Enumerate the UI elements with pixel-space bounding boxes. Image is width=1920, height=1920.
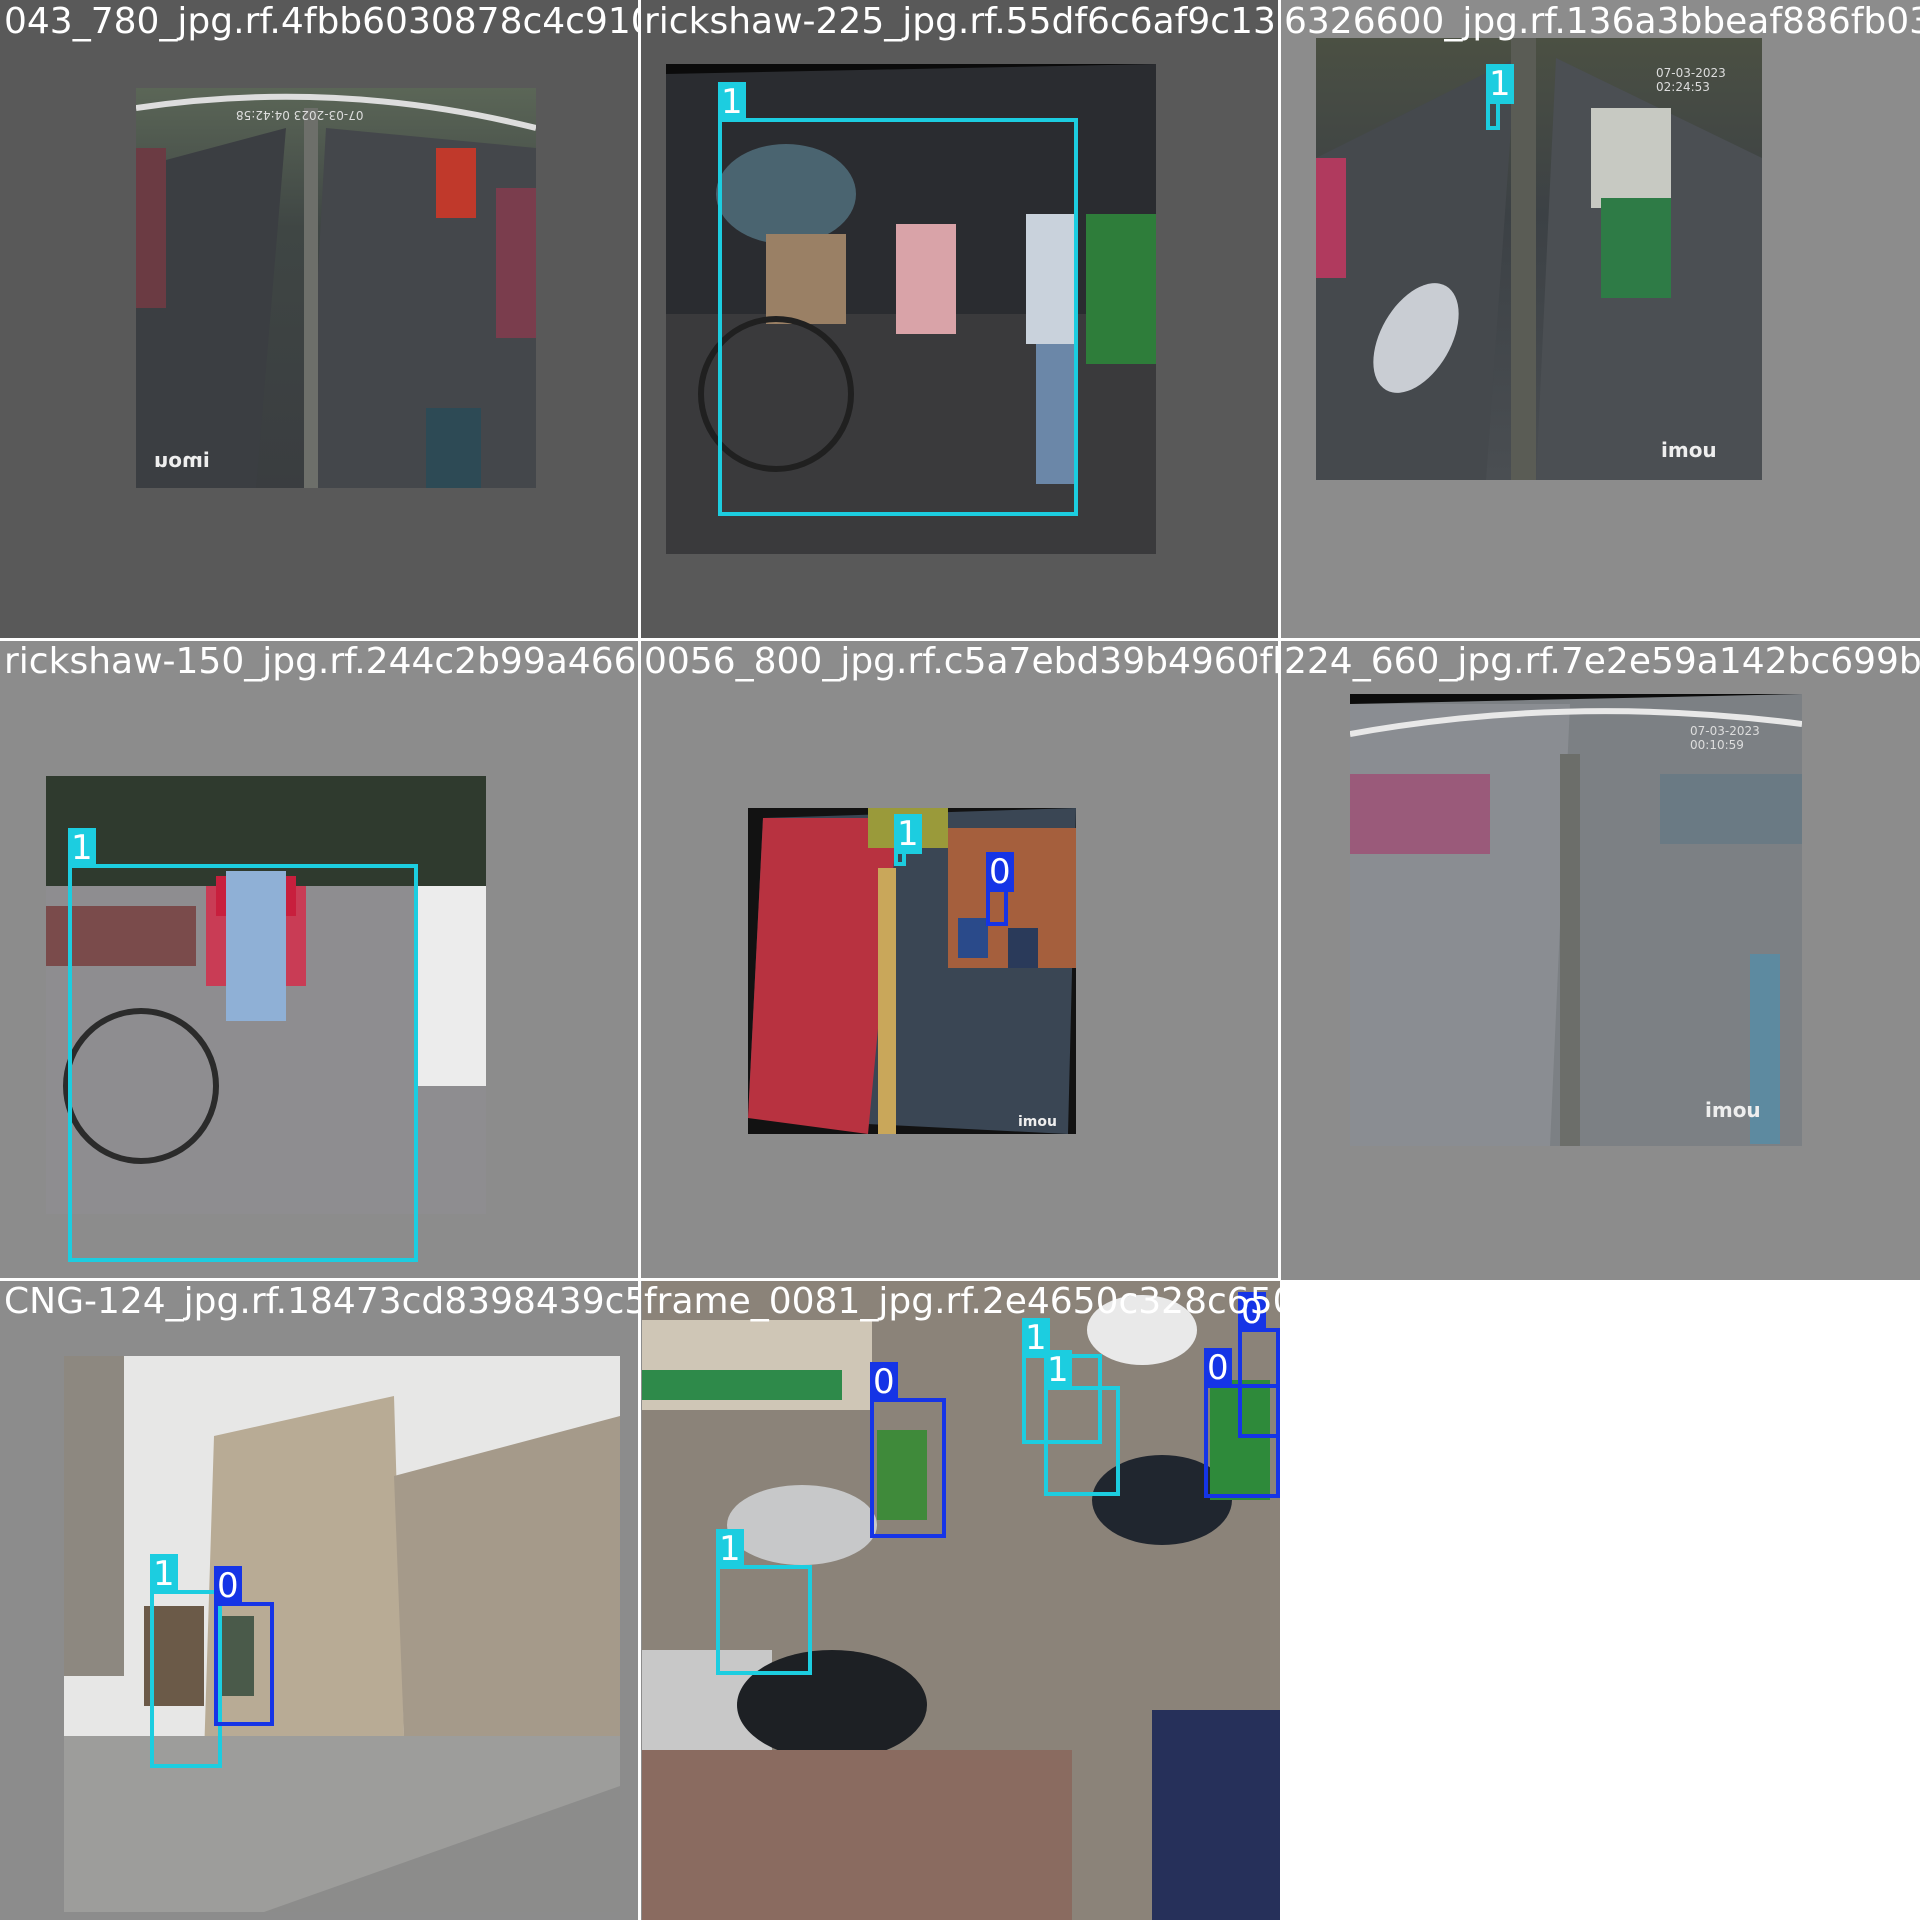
class-label: 1: [150, 1554, 178, 1594]
detection-box: 1: [716, 1529, 812, 1675]
detection-box: 0: [986, 852, 1014, 926]
image-filename: CNG-124_jpg.rf.18473cd8398439c55e: [4, 1281, 640, 1322]
class-label: 0: [986, 852, 1014, 892]
detection-box: 0: [214, 1566, 274, 1726]
mosaic-tile: 0056_800_jpg.rf.c5a7ebd39b4960fb8f4 imou…: [640, 640, 1280, 1280]
mosaic-tile: 224_660_jpg.rf.7e2e59a142bc699bca 07-03-…: [1280, 640, 1920, 1280]
road-scene: [1350, 694, 1802, 1146]
empty-tile: [1280, 1280, 1920, 1920]
class-label: 1: [716, 1529, 744, 1569]
grid-separator: [638, 0, 641, 1920]
street-image: [64, 1356, 620, 1912]
road-image: 07-03-2023 00:10:59 imou: [1350, 694, 1802, 1146]
detection-box: 0: [1238, 1292, 1280, 1438]
class-label: 1: [1044, 1350, 1072, 1390]
mosaic-tile: CNG-124_jpg.rf.18473cd8398439c55e 1 0: [0, 1280, 640, 1920]
class-label: 0: [870, 1362, 898, 1402]
mosaic-tile: rickshaw-225_jpg.rf.55df6c6af9c13baf 1: [640, 0, 1280, 640]
mosaic-tile: 043_780_jpg.rf.4fbb6030878c4c9107 07-03-…: [0, 0, 640, 640]
image-filename: 043_780_jpg.rf.4fbb6030878c4c9107: [4, 1, 640, 42]
class-label: 1: [894, 814, 922, 854]
camera-timestamp: 07-03-2023 04:42:58: [236, 108, 364, 122]
road-scene: [748, 808, 1076, 1134]
road-scene: [136, 93, 536, 488]
street-scene: [64, 1356, 620, 1912]
camera-watermark: imou: [1705, 1098, 1761, 1122]
detection-box: 1: [894, 814, 922, 866]
detection-box: 0: [870, 1362, 946, 1538]
camera-timestamp: 07-03-2023 02:24:53: [1656, 66, 1726, 94]
road-image: 07-03-2023 02:24:53 imou: [1316, 38, 1762, 480]
mosaic-tile: 6326600_jpg.rf.136a3bbeaf886fb03e4 07-03…: [1280, 0, 1920, 640]
image-filename: rickshaw-150_jpg.rf.244c2b99a466d3: [4, 641, 640, 682]
camera-watermark: imou: [154, 448, 210, 472]
mosaic-tile: rickshaw-150_jpg.rf.244c2b99a466d3 1: [0, 640, 640, 1280]
road-image: imou: [748, 808, 1076, 1134]
road-image: 07-03-2023 04:42:58 imou: [136, 88, 536, 488]
detection-box: 1: [1044, 1350, 1120, 1496]
class-label: 0: [1204, 1348, 1232, 1388]
grid-separator: [0, 638, 1920, 641]
detection-box: 1: [68, 828, 418, 1262]
detection-box: 1: [150, 1554, 222, 1768]
image-filename: 6326600_jpg.rf.136a3bbeaf886fb03e4: [1284, 1, 1920, 42]
road-scene: [1316, 38, 1762, 480]
grid-separator: [0, 1278, 1280, 1281]
image-filename: rickshaw-225_jpg.rf.55df6c6af9c13baf: [644, 1, 1280, 42]
detection-box: 1: [718, 82, 1078, 516]
image-filename: 0056_800_jpg.rf.c5a7ebd39b4960fb8f4: [644, 641, 1280, 682]
image-filename: 224_660_jpg.rf.7e2e59a142bc699bca: [1284, 641, 1920, 682]
class-label: 0: [214, 1566, 242, 1606]
camera-watermark: imou: [1018, 1114, 1057, 1130]
class-label: 1: [68, 828, 96, 868]
class-label: 1: [1486, 64, 1514, 104]
class-label: 1: [718, 82, 746, 122]
camera-timestamp: 07-03-2023 00:10:59: [1690, 724, 1760, 752]
camera-watermark: imou: [1661, 438, 1717, 462]
image-filename: frame_0081_jpg.rf.2e4650c328c6501f641ba3: [644, 1281, 1280, 1322]
mosaic-tile: frame_0081_jpg.rf.2e4650c328c6501f641ba3…: [640, 1280, 1280, 1920]
detection-box: 1: [1486, 64, 1514, 130]
